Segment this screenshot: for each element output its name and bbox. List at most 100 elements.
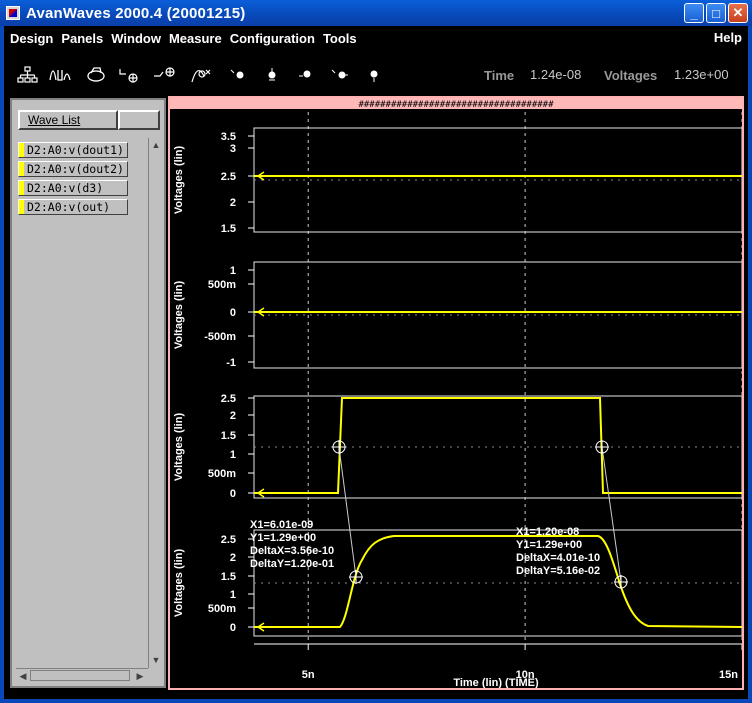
wave-item-label: D2:A0:v(dout1): [27, 143, 124, 157]
window-title: AvanWaves 2000.4 (20001215): [26, 4, 246, 22]
wave-item-out[interactable]: D2:A0:v(out): [18, 199, 128, 215]
y-tick-label: 3: [230, 143, 236, 155]
measure-icon[interactable]: [190, 66, 214, 84]
crosshair-lines: [614, 575, 628, 589]
y-tick-label: 2: [230, 552, 236, 564]
measure-readout-line: DeltaX=4.01e-10: [516, 552, 600, 564]
menu-tools[interactable]: Tools: [323, 31, 357, 46]
wave-list-button-label: Wave List: [28, 113, 81, 127]
wave-item-d3[interactable]: D2:A0:v(d3): [18, 180, 128, 196]
zoom-in-icon[interactable]: [118, 66, 142, 84]
window-frame-right: [748, 26, 752, 703]
wave-list-button[interactable]: Wave List: [18, 110, 118, 130]
measure-line: [601, 446, 622, 583]
menu-configuration[interactable]: Configuration: [230, 31, 315, 46]
window-frame-left: [0, 26, 4, 703]
menu-window[interactable]: Window: [111, 31, 161, 46]
cursor-icon[interactable]: [226, 66, 250, 84]
plot-panels: Voltages (lin) 3.53 2.5 2 1.5 Voltages (lin) 1…: [173, 112, 742, 644]
y-axis-label: Voltages (lin): [173, 281, 185, 350]
close-button[interactable]: ✕: [728, 3, 748, 23]
measure-readout-line: DeltaY=5.16e-02: [516, 565, 600, 577]
y-tick-label: 2.5: [221, 534, 236, 546]
zoom-fit-icon[interactable]: [152, 66, 176, 84]
trace-d3[interactable]: [254, 397, 742, 494]
wave-item-label: D2:A0:v(out): [27, 200, 111, 214]
y-axis-label: Voltages (lin): [173, 549, 185, 618]
x-tick-label: 15n: [719, 669, 738, 681]
waveform-icon[interactable]: [48, 66, 72, 84]
y-tick-label: 500m: [208, 468, 236, 480]
minimize-button[interactable]: _: [684, 3, 704, 23]
x-tick-label: 5n: [302, 669, 315, 681]
measure-readout-line: X1=1.20e-08: [516, 526, 579, 538]
wave-color-swatch: [19, 181, 24, 195]
measure-readout-line: X1=6.01e-09: [250, 519, 313, 531]
scroll-left-icon[interactable]: ◀: [17, 670, 29, 682]
wave-item-label: D2:A0:v(dout2): [27, 162, 124, 176]
measure-readout-2: X1=1.20e-08Y1=1.29e+00DeltaX=4.01e-10Del…: [516, 526, 600, 577]
maximize-button[interactable]: □: [706, 3, 726, 23]
wave-color-swatch: [19, 162, 24, 176]
measure-readout-1: X1=6.01e-09Y1=1.29e+00DeltaX=3.56e-10Del…: [250, 519, 334, 570]
app-icon: [6, 6, 20, 20]
menu-help[interactable]: Help: [714, 30, 742, 45]
y-tick-label: 1: [230, 449, 236, 461]
plot-panel-3: Voltages (lin) 2.5 2 1.5 1 500m 0: [173, 393, 742, 500]
horizontal-scrollbar[interactable]: ◀ ▶: [16, 668, 148, 682]
wave-color-swatch: [19, 200, 24, 214]
plot-panel-1: Voltages (lin) 3.53 2.5 2 1.5: [173, 127, 742, 235]
wave-item-dout2[interactable]: D2:A0:v(dout2): [18, 161, 128, 177]
wave-item-label: D2:A0:v(d3): [27, 181, 104, 195]
y-tick-label: 1: [230, 265, 236, 277]
title-bar: AvanWaves 2000.4 (20001215) _ □ ✕: [0, 0, 752, 26]
marker-left-icon[interactable]: [294, 66, 318, 84]
marker-down-icon[interactable]: [362, 66, 386, 84]
y-tick-label: 1.5: [221, 430, 236, 442]
scroll-down-icon[interactable]: ▼: [150, 654, 162, 666]
time-value: 1.24e-08: [530, 67, 582, 82]
y-tick-label: 2: [230, 410, 236, 422]
measure-cursor-1[interactable]: [332, 440, 363, 584]
window-frame-bottom: [0, 699, 752, 703]
menu-bar: Design Panels Window Measure Configurati…: [4, 26, 748, 50]
printer-icon[interactable]: [84, 66, 108, 84]
wave-color-swatch: [19, 143, 24, 157]
plot-panel-2: Voltages (lin) 1 500m 0 -500m -1: [173, 261, 742, 369]
window-controls: _ □ ✕: [684, 3, 748, 23]
crosshair-lines: [349, 570, 363, 584]
waveform-plot[interactable]: #################################### Vol…: [170, 98, 742, 688]
scroll-up-icon[interactable]: ▲: [150, 139, 162, 151]
menu-measure[interactable]: Measure: [169, 31, 222, 46]
scroll-thumb[interactable]: [30, 670, 130, 681]
voltages-label: Voltages: [604, 68, 658, 83]
wave-list-header-bar: [118, 110, 160, 130]
menu-design[interactable]: Design: [10, 31, 53, 46]
y-tick-label: 3.5: [221, 131, 236, 143]
y-tick-label: 1.5: [221, 571, 236, 583]
measure-line: [338, 446, 357, 578]
marker-icon[interactable]: [260, 66, 284, 84]
y-tick-label: -1: [226, 357, 236, 369]
crosshair-lines: [595, 440, 609, 454]
measure-readout-line: Y1=1.29e+00: [250, 532, 316, 544]
y-tick-label: 1: [230, 589, 236, 601]
y-tick-label: 2.5: [221, 171, 236, 183]
menu-panels[interactable]: Panels: [61, 31, 103, 46]
x-axis: 5n 10n 15nTime (lin) (TIME): [254, 643, 742, 688]
hierarchy-icon[interactable]: [16, 66, 40, 84]
y-tick-label: 1.5: [221, 223, 236, 235]
measure-readout-line: DeltaX=3.56e-10: [250, 545, 334, 557]
time-label: Time: [484, 68, 515, 83]
y-tick-label: -500m: [204, 331, 236, 343]
scroll-right-icon[interactable]: ▶: [134, 670, 146, 682]
marker-right-icon[interactable]: [328, 66, 352, 84]
vertical-scrollbar[interactable]: ▲ ▼: [148, 138, 162, 668]
wave-item-dout1[interactable]: D2:A0:v(dout1): [18, 142, 128, 158]
measure-readout-line: Y1=1.29e+00: [516, 539, 582, 551]
y-tick-label: 0: [230, 488, 236, 500]
plot-area[interactable]: #################################### Vol…: [168, 96, 744, 690]
y-tick-label: 2: [230, 197, 236, 209]
voltages-value: 1.23e+00: [674, 67, 729, 82]
toolbar: Time 1.24e-08 Voltages 1.23e+00: [4, 50, 748, 96]
